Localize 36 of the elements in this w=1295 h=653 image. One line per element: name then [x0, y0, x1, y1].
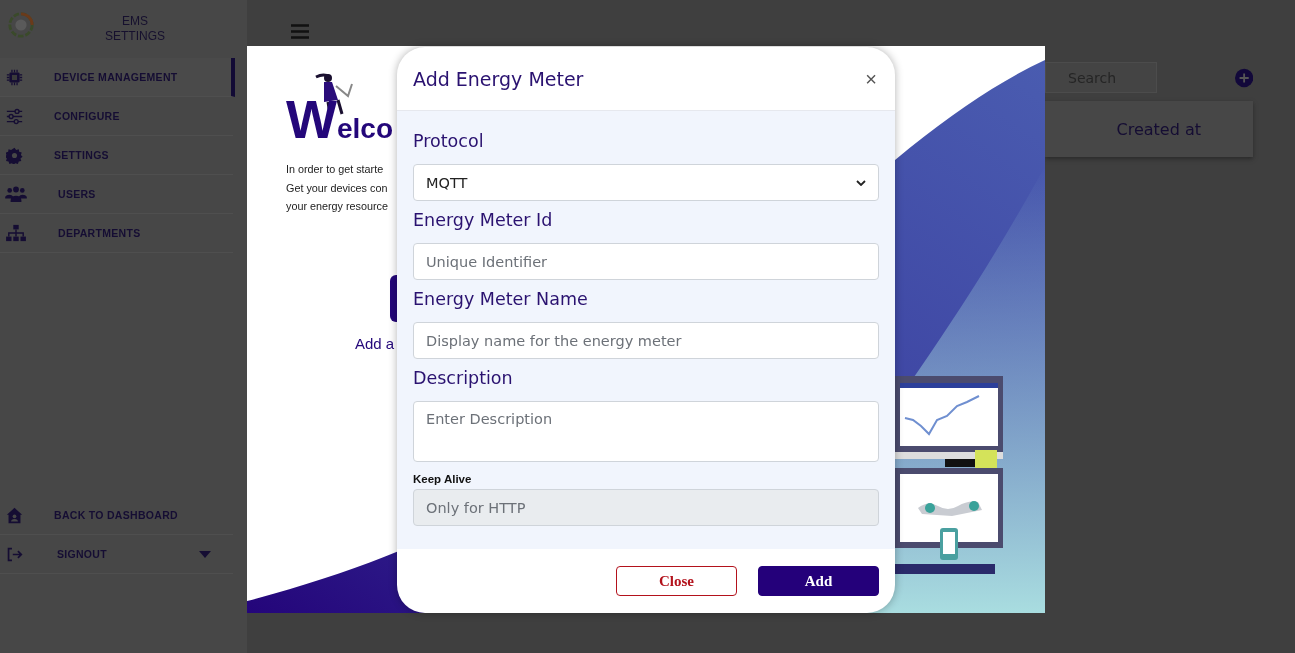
close-button[interactable]: × — [863, 68, 879, 89]
sidebar-item[interactable]: USERS — [0, 175, 233, 214]
sidebar-item[interactable]: CONFIGURE — [0, 97, 233, 136]
add-icon[interactable] — [1234, 67, 1253, 88]
sidebar-item[interactable]: SIGNOUT — [0, 535, 233, 574]
select-field[interactable]: MQTT — [413, 164, 879, 201]
action-text: Add a — [355, 335, 395, 352]
close-button[interactable]: Close — [616, 566, 737, 596]
sidebar-item[interactable]: DEPARTMENTS — [0, 214, 233, 253]
settings-icon — [6, 146, 23, 164]
home-icon — [6, 506, 23, 524]
sliders-icon — [6, 107, 23, 125]
logo-icon — [7, 11, 35, 39]
input-field[interactable]: Display name for the energy meter — [413, 322, 879, 359]
description-field[interactable]: Enter Description — [413, 401, 879, 462]
modal-title: Add Energy Meter — [413, 67, 584, 90]
field-label: Energy Meter Id — [413, 209, 554, 232]
input-field[interactable]: Unique Identifier — [413, 243, 879, 280]
field-label: Keep Alive — [413, 472, 473, 487]
intro-text: In order to get starte Get your devices con your energy resource — [286, 162, 390, 214]
sign-out-icon — [6, 545, 23, 563]
sidebar-item[interactable]: DEVICE MANAGEMENT — [0, 58, 235, 97]
chip-icon — [6, 68, 23, 86]
users-icon — [5, 185, 27, 203]
field-label: Protocol — [413, 130, 485, 153]
welcome-heading: Welco — [286, 94, 393, 151]
hierarchy-icon — [5, 224, 27, 242]
add-button[interactable]: Add — [758, 566, 879, 596]
field-label: Description — [413, 367, 514, 390]
chevron-icon — [856, 179, 866, 186]
field-label: Energy Meter Name — [413, 288, 589, 311]
caret-icon — [199, 550, 211, 558]
menu-icon[interactable] — [291, 24, 309, 39]
sidebar-item[interactable]: BACK TO DASHBOARD — [0, 496, 233, 535]
sidebar-item[interactable]: SETTINGS — [0, 136, 233, 175]
column-header: Created at — [1116, 119, 1201, 139]
